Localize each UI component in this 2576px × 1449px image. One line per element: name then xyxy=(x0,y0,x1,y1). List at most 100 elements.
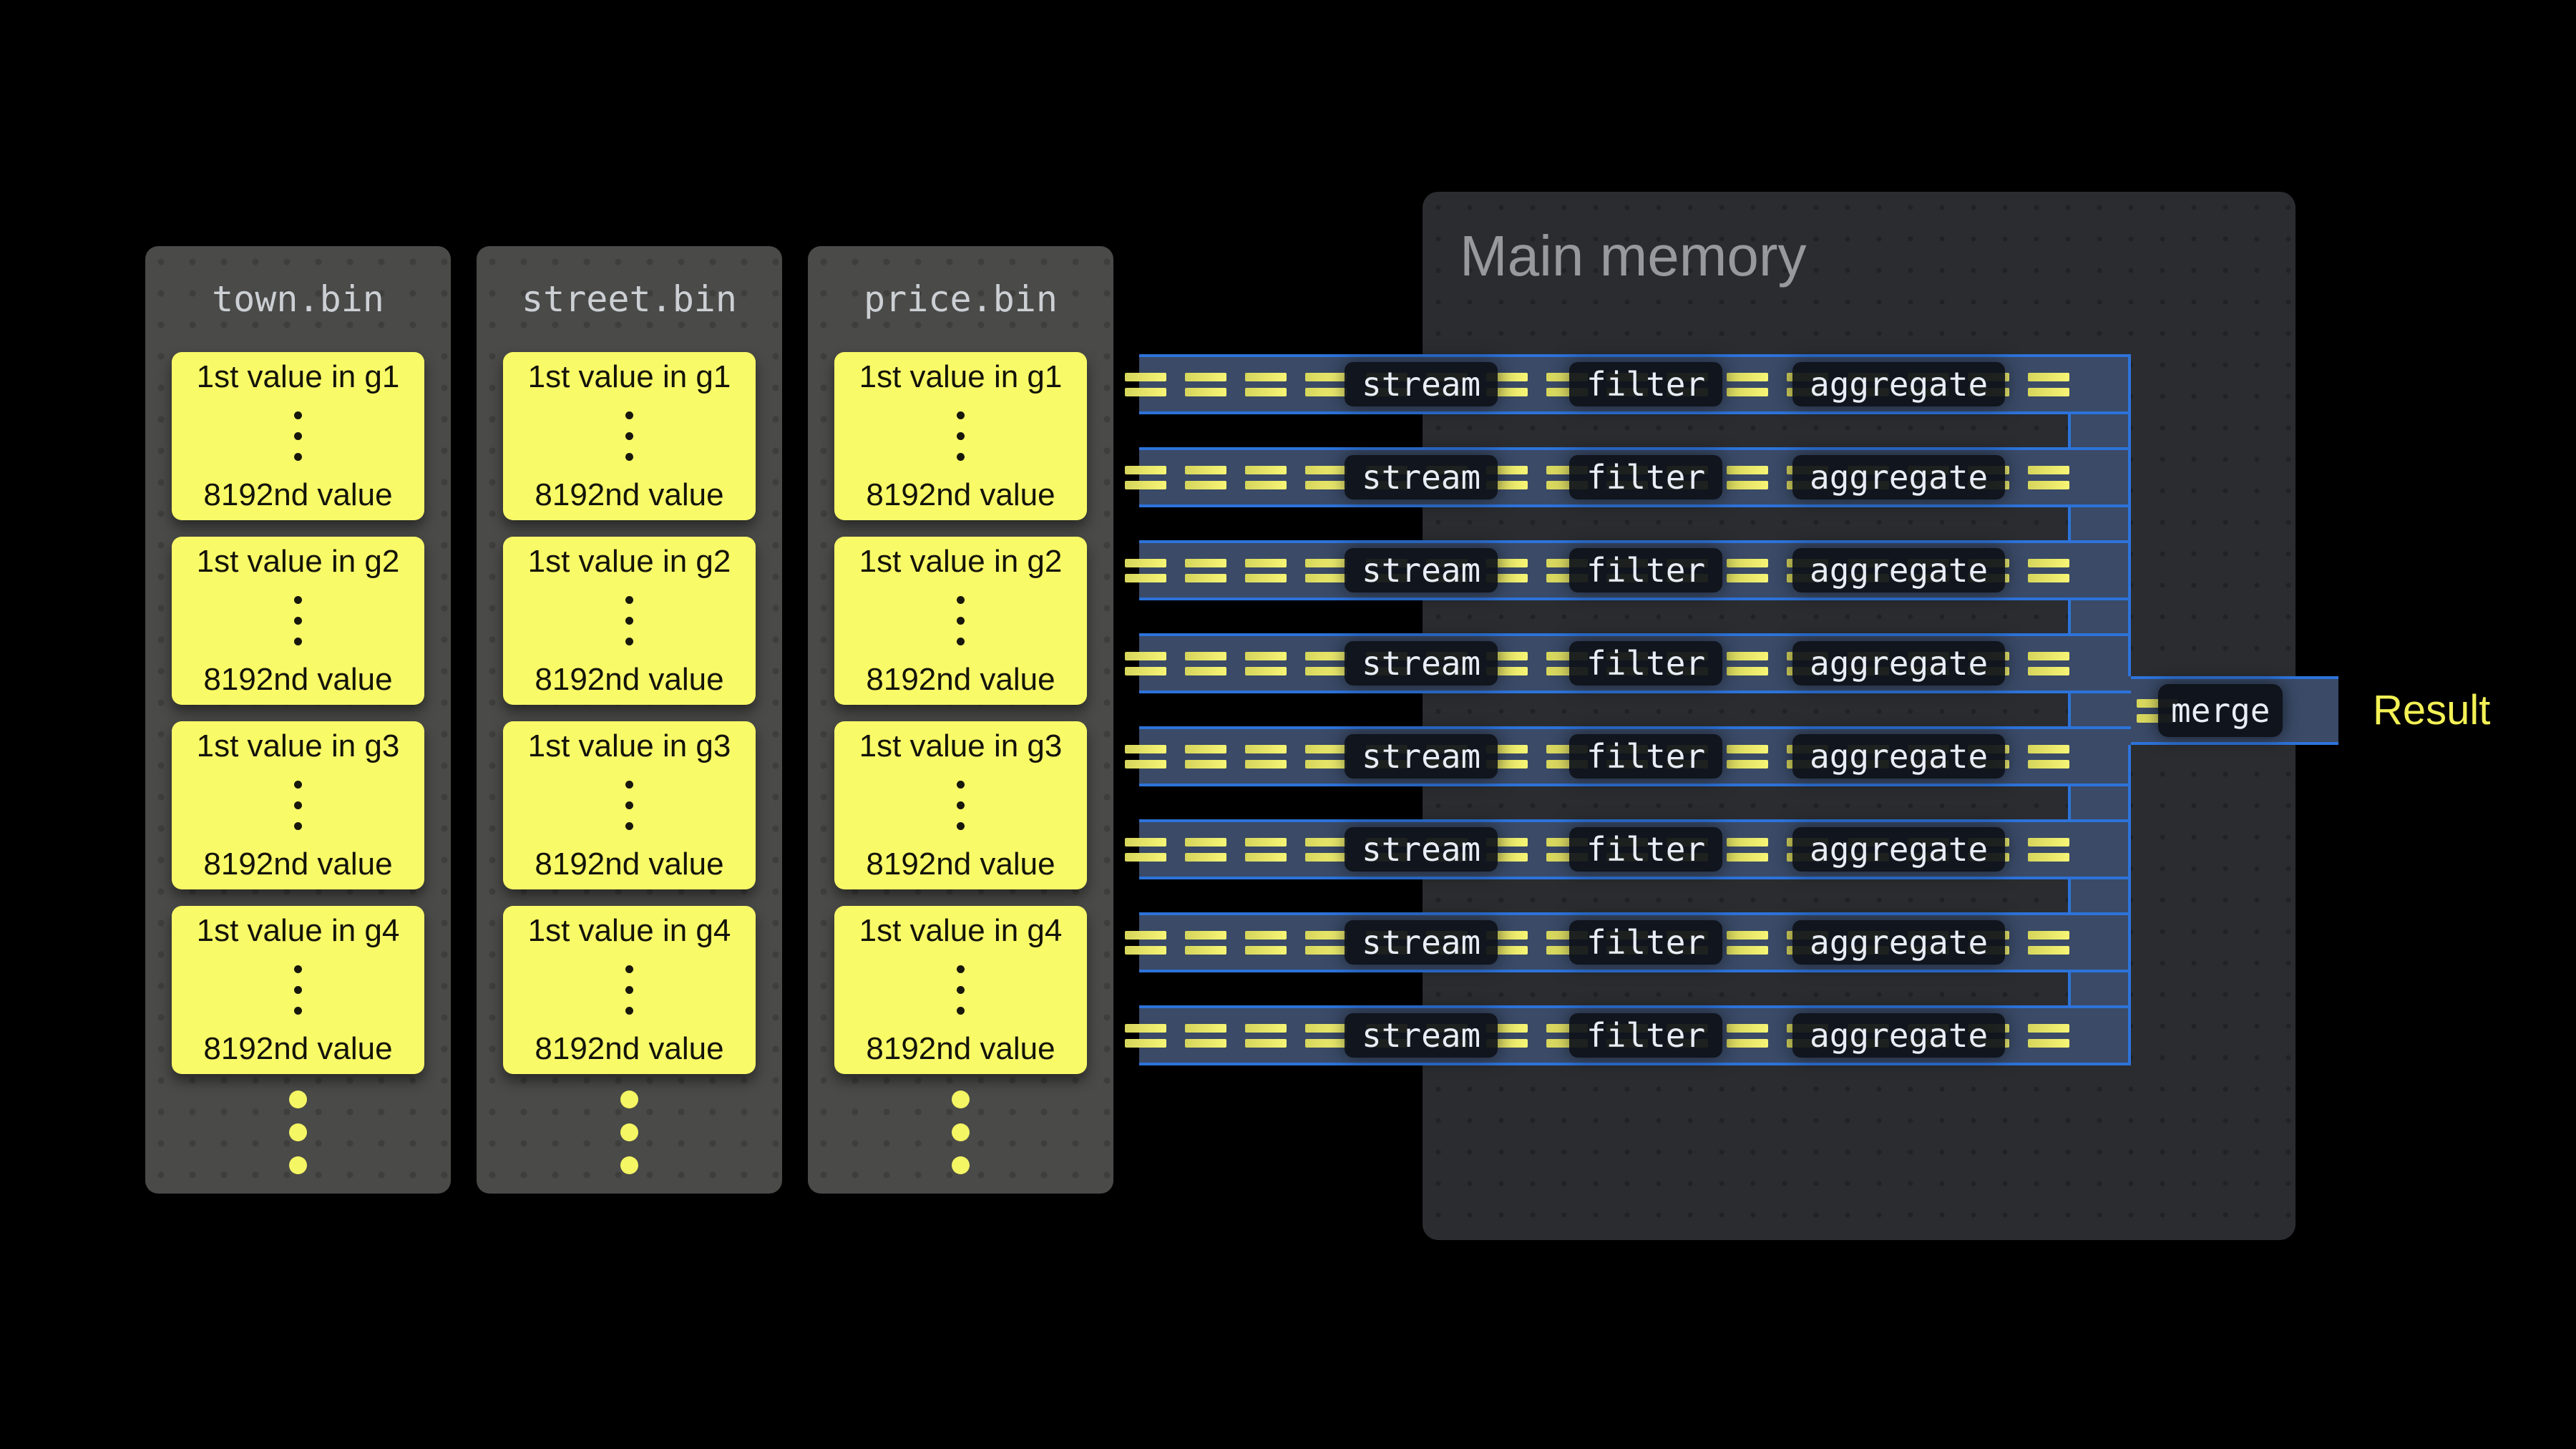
data-chunk-icon xyxy=(2028,559,2069,582)
value-group-box: 1st value in g2 8192nd value xyxy=(172,537,424,705)
group-first-value-label: 1st value in g2 xyxy=(528,545,731,578)
group-last-value-label: 8192nd value xyxy=(535,663,723,696)
data-chunk-icon xyxy=(1727,466,1768,489)
stage-box-filter: filter xyxy=(1569,548,1722,592)
value-group-box: 1st value in g38192nd value xyxy=(172,721,424,889)
dot-icon xyxy=(957,965,965,973)
data-chunk-icon xyxy=(1125,373,1166,396)
group-ellipsis-icon xyxy=(625,411,633,461)
lane-gap-connector xyxy=(2068,879,2071,912)
data-chunk-icon xyxy=(1245,1024,1287,1048)
stage-box-aggregate: aggregate xyxy=(1792,1013,2005,1058)
data-chunk-icon xyxy=(2028,466,2069,489)
pipeline-lane: streamfilteraggregate xyxy=(1139,354,2131,414)
data-chunk-icon xyxy=(1727,559,1768,582)
file-column-street.bin: street.bin1st value in g18192nd value1st… xyxy=(477,246,782,1194)
group-ellipsis-icon xyxy=(957,596,965,645)
file-column-price.bin: price.bin1st value in g18192nd value1st … xyxy=(808,246,1113,1194)
data-chunk-icon xyxy=(1727,373,1768,396)
data-chunk-icon xyxy=(1305,559,1347,582)
pipeline-lane: streamfilteraggregate xyxy=(1139,540,2131,600)
dot-icon xyxy=(294,801,302,809)
stage-box-stream: stream xyxy=(1345,455,1498,499)
data-chunk-icon xyxy=(1305,931,1347,955)
data-chunk-icon xyxy=(1305,373,1347,396)
data-chunk-icon xyxy=(1125,466,1166,489)
lane-gap-connector xyxy=(2068,507,2071,540)
more-groups-ellipsis-icon xyxy=(477,1091,782,1174)
dot-icon xyxy=(620,1156,638,1174)
stage-box-filter: filter xyxy=(1569,362,1722,406)
stage-box-stream: stream xyxy=(1345,920,1498,965)
group-last-value-label: 8192nd value xyxy=(866,848,1055,881)
dot-icon xyxy=(294,432,302,440)
group-first-value-label: 1st value in g4 xyxy=(528,914,731,947)
result-label: Result xyxy=(2373,690,2490,731)
dot-icon xyxy=(957,822,965,830)
data-chunk-icon xyxy=(1245,373,1287,396)
group-last-value-label: 8192nd value xyxy=(866,479,1055,512)
dot-icon xyxy=(289,1123,307,1141)
group-last-value-label: 8192nd value xyxy=(866,663,1055,696)
stage-box-filter: filter xyxy=(1569,734,1722,779)
data-chunk-icon xyxy=(2028,838,2069,862)
stage-box-stream: stream xyxy=(1345,1013,1498,1058)
data-chunk-icon xyxy=(1125,1024,1166,1048)
dot-icon xyxy=(957,596,965,604)
group-ellipsis-icon xyxy=(957,965,965,1015)
data-chunk-icon xyxy=(1245,838,1287,862)
data-chunk-icon xyxy=(1727,1024,1768,1048)
dot-icon xyxy=(625,801,633,809)
stage-box-filter: filter xyxy=(1569,827,1722,872)
dot-icon xyxy=(625,965,633,973)
data-chunk-icon xyxy=(1245,466,1287,489)
stage-box-stream: stream xyxy=(1345,548,1498,592)
data-chunk-icon xyxy=(1185,652,1226,675)
dot-icon xyxy=(625,986,633,994)
value-group-box: 1st value in g28192nd value xyxy=(834,537,1087,705)
stage-box-aggregate: aggregate xyxy=(1792,827,2005,872)
group-first-value-label: 1st value in g4 xyxy=(197,914,400,947)
channel-border-lower xyxy=(2128,745,2131,1065)
data-chunk-icon xyxy=(1305,1024,1347,1048)
stage-box-aggregate: aggregate xyxy=(1792,455,2005,499)
data-chunk-icon xyxy=(1185,466,1226,489)
data-chunk-icon xyxy=(2028,931,2069,955)
group-ellipsis-icon xyxy=(294,411,302,461)
dot-icon xyxy=(294,822,302,830)
data-chunk-icon xyxy=(1125,652,1166,675)
stage-box-aggregate: aggregate xyxy=(1792,362,2005,406)
group-last-value-label: 8192nd value xyxy=(203,663,392,696)
group-ellipsis-icon xyxy=(957,411,965,461)
data-chunk-icon xyxy=(1185,559,1226,582)
value-group-box: 1st value in g38192nd value xyxy=(503,721,756,889)
dot-icon xyxy=(625,781,633,789)
lane-gap-connector xyxy=(2068,786,2071,819)
dot-icon xyxy=(957,986,965,994)
data-chunk-icon xyxy=(1727,931,1768,955)
dot-icon xyxy=(294,411,302,419)
value-group-box: 1st value in g48192nd value xyxy=(834,906,1087,1074)
data-chunk-icon xyxy=(1245,559,1287,582)
group-ellipsis-icon xyxy=(957,781,965,830)
value-group-box: 1st value in g48192nd value xyxy=(503,906,756,1074)
dot-icon xyxy=(625,432,633,440)
group-last-value-label: 8192nd value xyxy=(203,848,392,881)
data-chunk-icon xyxy=(2028,652,2069,675)
dot-icon xyxy=(952,1156,970,1174)
stage-box-stream: stream xyxy=(1345,641,1498,686)
group-first-value-label: 1st value in g1 xyxy=(197,361,400,394)
dot-icon xyxy=(625,638,633,645)
lane-gap-connector xyxy=(2068,600,2071,633)
dot-icon xyxy=(620,1123,638,1141)
stage-box-filter: filter xyxy=(1569,641,1722,686)
dot-icon xyxy=(620,1091,638,1108)
data-chunk-icon xyxy=(1305,745,1347,769)
group-first-value-label: 1st value in g2 xyxy=(197,545,400,578)
group-first-value-label: 1st value in g1 xyxy=(528,361,731,394)
data-chunk-icon xyxy=(1125,931,1166,955)
dot-icon xyxy=(625,411,633,419)
main-memory-title: Main memory xyxy=(1460,223,1807,289)
dot-icon xyxy=(957,432,965,440)
data-chunk-icon xyxy=(1185,1024,1226,1048)
